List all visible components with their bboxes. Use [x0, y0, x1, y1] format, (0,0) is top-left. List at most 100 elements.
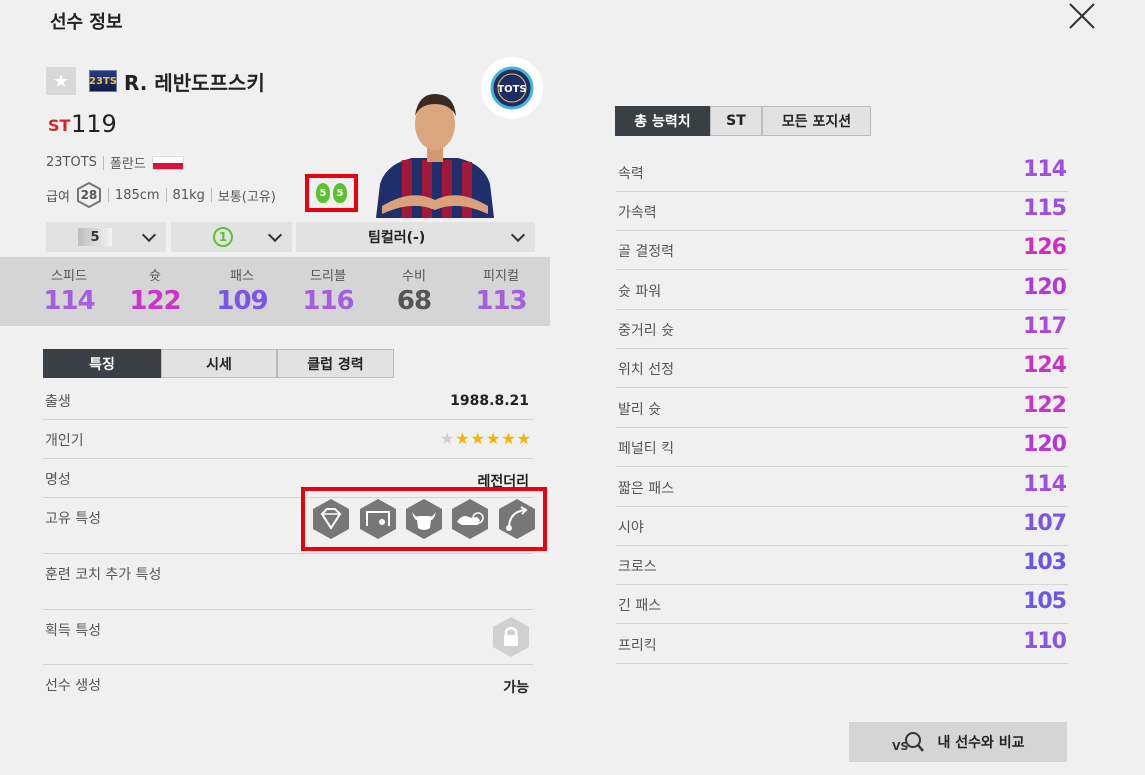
tab-all-positions[interactable]: 모든 포지션 — [762, 106, 871, 136]
create-player-row: 선수 생성 가능 — [43, 665, 533, 705]
attribute-row: 슛 파워 120 — [616, 271, 1068, 310]
salary-hexagon-icon: 28 — [76, 182, 102, 208]
tab-position-st[interactable]: ST — [710, 106, 762, 136]
goal-trait-icon[interactable] — [358, 498, 398, 540]
stat-value: 114 — [43, 286, 95, 316]
star-filled-icon: ★ — [485, 429, 501, 448]
page-title: 선수 정보 — [50, 12, 123, 33]
attribute-row: 발리 슛 122 — [616, 389, 1068, 428]
compare-button-label: 내 선수와 비교 — [937, 735, 1025, 751]
stat-physical: 피지컬 113 — [461, 265, 541, 316]
stat-passing: 패스 109 — [202, 265, 282, 316]
season-badge: 23TS — [89, 70, 117, 92]
player-photo — [372, 88, 498, 218]
star-empty-icon: ★ — [439, 429, 455, 448]
tab-price[interactable]: 시세 — [161, 349, 277, 378]
attribute-row: 중거리 슛 117 — [616, 310, 1068, 349]
attribute-value: 126 — [1023, 235, 1067, 260]
team-badge-icon: TOTS — [481, 57, 543, 119]
team-badge-text: TOTS — [497, 84, 526, 95]
stat-label: 드리블 — [310, 269, 346, 284]
attribute-row: 시야 107 — [616, 507, 1068, 546]
attribute-label: 발리 슛 — [618, 402, 662, 418]
attribute-value: 122 — [1023, 393, 1067, 418]
attribute-value: 110 — [1023, 629, 1067, 654]
stat-value: 122 — [129, 286, 181, 316]
weak-foot-indicator: 5 5 — [305, 174, 358, 212]
salary-label: 급여 — [46, 189, 70, 205]
player-name: R. 레반도프스키 — [124, 71, 265, 95]
skill-label: 개인기 — [45, 433, 84, 449]
speed-trait-icon[interactable] — [450, 498, 490, 540]
acquired-traits-label: 획득 특성 — [45, 623, 101, 639]
attribute-value: 117 — [1023, 314, 1067, 339]
stat-label: 스피드 — [51, 269, 87, 284]
skill-stars: ★ ★ ★ ★ ★ ★ — [440, 429, 531, 448]
star-filled-icon: ★ — [470, 429, 485, 448]
coach-traits-label: 훈련 코치 추가 특성 — [45, 567, 162, 583]
stat-value: 109 — [216, 286, 268, 316]
height-value: 185cm — [114, 187, 160, 203]
traits-label: 고유 특성 — [45, 511, 101, 527]
weight-value: 81kg — [172, 187, 205, 203]
attribute-label: 크로스 — [618, 559, 657, 575]
compare-with-my-player-button[interactable]: VS 내 선수와 비교 — [849, 722, 1067, 762]
chemistry-selector[interactable]: 1 — [171, 222, 292, 252]
attribute-row: 위치 선정 124 — [616, 349, 1068, 388]
stat-value: 68 — [396, 286, 432, 316]
player-overall: 119 — [71, 110, 117, 138]
unique-traits — [301, 487, 547, 551]
attribute-label: 페널티 킥 — [618, 441, 674, 457]
attribute-row: 긴 패스 105 — [616, 585, 1068, 624]
stat-label: 패스 — [230, 269, 254, 284]
tab-total-attributes[interactable]: 총 능력치 — [615, 106, 710, 136]
attribute-label: 속력 — [618, 166, 644, 182]
divider — [210, 188, 212, 202]
attribute-value: 120 — [1023, 275, 1067, 300]
attribute-tabs: 총 능력치 ST 모든 포지션 — [615, 106, 871, 136]
attribute-row: 크로스 103 — [616, 546, 1068, 585]
chevron-down-icon — [141, 227, 157, 242]
salary-value: 28 — [80, 188, 98, 202]
nation-name: 폴란드 — [109, 157, 146, 172]
right-foot-icon: 5 — [333, 183, 347, 203]
lock-icon[interactable] — [490, 616, 532, 658]
diamond-trait-icon[interactable] — [311, 498, 351, 540]
attribute-label: 시야 — [618, 520, 644, 536]
attribute-row: 골 결정력 126 — [616, 231, 1068, 270]
stat-defending: 수비 68 — [374, 265, 454, 316]
info-tabs: 특징 시세 클럽 경력 — [43, 349, 394, 378]
body-type: 보통(고유) — [217, 189, 276, 205]
star-filled-icon: ★ — [501, 429, 516, 448]
level-selector[interactable]: 5 — [46, 222, 166, 252]
attribute-row: 페널티 킥 120 — [616, 428, 1068, 467]
attribute-row: 속력 114 — [616, 153, 1068, 192]
tab-club-history[interactable]: 클럽 경력 — [277, 349, 394, 378]
attribute-value: 120 — [1023, 432, 1067, 457]
summary-stats-bar: 스피드 114 슛 122 패스 109 드리블 116 수비 68 피지컬 1… — [0, 257, 550, 326]
poland-flag-icon — [151, 155, 184, 170]
create-player-value: 가능 — [503, 680, 529, 696]
team-color-selector[interactable]: 팀컬러(-) — [296, 222, 535, 252]
stat-label: 피지컬 — [483, 269, 519, 284]
attribute-value: 103 — [1023, 550, 1067, 575]
attribute-value: 107 — [1023, 511, 1067, 536]
left-foot-icon: 5 — [316, 183, 330, 203]
stat-label: 슛 — [149, 269, 161, 284]
close-icon[interactable] — [1066, 0, 1098, 32]
player-position: ST — [48, 116, 71, 135]
favorite-star-icon[interactable]: ★ — [46, 67, 76, 95]
player-origin: 23TOTS 폴란드 — [46, 153, 184, 172]
stat-shooting: 슛 122 — [115, 265, 195, 316]
attribute-row: 프리킥 110 — [616, 625, 1068, 664]
divider — [107, 188, 109, 202]
attribute-label: 프리킥 — [618, 638, 657, 654]
attribute-label: 골 결정력 — [618, 244, 674, 260]
team-color-value: 팀컬러(-) — [368, 230, 426, 246]
skill-row: 개인기 ★ ★ ★ ★ ★ ★ — [43, 420, 533, 459]
tab-features[interactable]: 특징 — [43, 349, 161, 378]
chemistry-value: 1 — [213, 227, 233, 247]
attribute-row: 가속력 115 — [616, 192, 1068, 231]
bull-trait-icon[interactable] — [404, 498, 444, 540]
curve-shot-trait-icon[interactable] — [497, 498, 537, 540]
